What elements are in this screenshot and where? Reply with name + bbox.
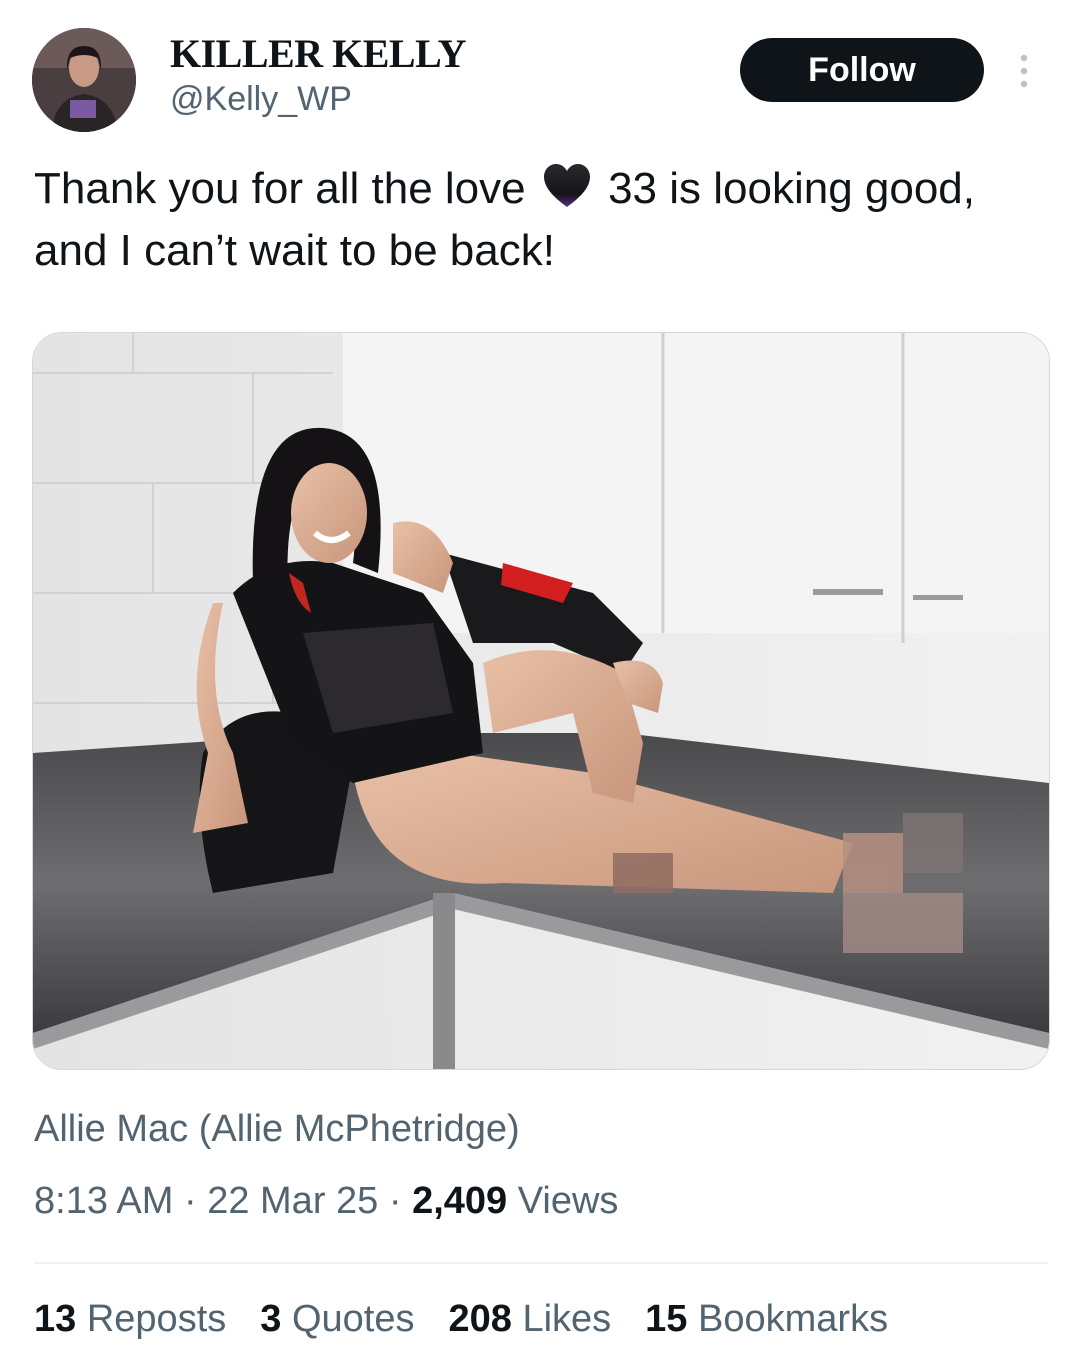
separator: · — [183, 1180, 197, 1222]
black-heart-icon — [543, 164, 590, 207]
likes-count: 208 — [448, 1298, 512, 1340]
tweet-text: Thank you for all the love 33 is looking… — [34, 158, 1014, 282]
engagement-stats: 13 Reposts 3 Quotes 208 Likes 15 Bookmar… — [34, 1298, 888, 1341]
separator: · — [388, 1180, 402, 1222]
quotes-count: 3 — [260, 1298, 282, 1340]
avatar[interactable] — [32, 28, 136, 132]
reposts-count: 13 — [34, 1298, 77, 1340]
likes-stat[interactable]: 208 Likes — [448, 1298, 611, 1341]
reposts-stat[interactable]: 13 Reposts — [34, 1298, 226, 1341]
tweet-text-part-1: Thank you for all the love — [34, 164, 526, 213]
views-label: Views — [517, 1180, 619, 1222]
reposts-label: Reposts — [86, 1298, 227, 1340]
photo-image — [33, 333, 1049, 1069]
tweet-time[interactable]: 8:13 AM — [34, 1180, 173, 1222]
more-options-icon[interactable] — [1016, 54, 1032, 88]
tweet-photo[interactable] — [32, 332, 1050, 1070]
quotes-label: Quotes — [291, 1298, 415, 1340]
bookmarks-label: Bookmarks — [698, 1298, 889, 1340]
photo-credit[interactable]: Allie Mac (Allie McPhetridge) — [34, 1108, 520, 1151]
bookmarks-count: 15 — [645, 1298, 688, 1340]
divider — [34, 1262, 1048, 1264]
avatar-image — [32, 28, 136, 132]
views-count: 2,409 — [412, 1180, 508, 1222]
likes-label: Likes — [522, 1298, 612, 1340]
follow-button[interactable]: Follow — [740, 38, 984, 102]
tweet-meta: 8:13 AM · 22 Mar 25 · 2,409 Views — [34, 1180, 618, 1223]
quotes-stat[interactable]: 3 Quotes — [260, 1298, 414, 1341]
author-handle[interactable]: @Kelly_WP — [170, 80, 352, 119]
author-display-name[interactable]: KILLER KELLY — [170, 30, 466, 77]
bookmarks-stat[interactable]: 15 Bookmarks — [645, 1298, 888, 1341]
tweet-date[interactable]: 22 Mar 25 — [207, 1180, 378, 1222]
